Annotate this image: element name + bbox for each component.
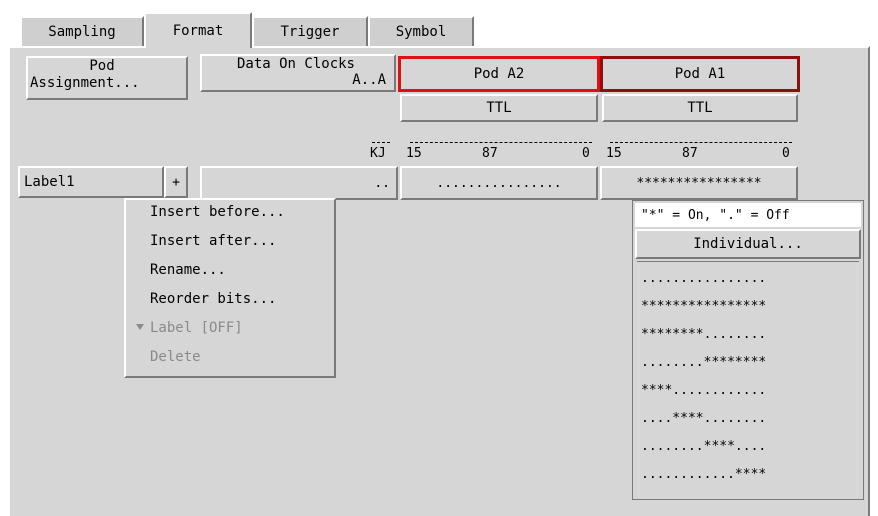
individual-label: Individual... xyxy=(693,236,803,252)
pod-a1-bits-field[interactable]: **************** xyxy=(600,166,798,200)
menu-label-off: Label [OFF] xyxy=(150,320,243,336)
pod-a1-bit-87: 87 xyxy=(682,146,698,161)
data-on-clocks-line2: A..A xyxy=(352,72,386,88)
pod-assignment-line2: Assignment... xyxy=(30,75,140,91)
label-menu-button[interactable]: + xyxy=(164,166,188,198)
plus-icon: + xyxy=(172,174,180,190)
checkmark-icon xyxy=(136,324,144,330)
label-context-menu: Insert before... Insert after... Rename.… xyxy=(124,198,336,378)
data-on-clocks-line1: Data On Clocks xyxy=(236,56,355,72)
pod-a2-button[interactable]: Pod A2 xyxy=(398,56,600,92)
preset-nibble-2[interactable]: ....****........ xyxy=(641,411,766,426)
menu-delete: Delete xyxy=(150,349,201,365)
tab-sampling-label: Sampling xyxy=(48,24,116,40)
label-name: Label1 xyxy=(24,174,75,190)
label-name-button[interactable]: Label1 xyxy=(18,166,164,198)
tab-format-label: Format xyxy=(172,23,224,39)
tab-symbol[interactable]: Symbol xyxy=(368,16,474,46)
menu-separator xyxy=(637,261,859,262)
pod-a2-bit-87: 87 xyxy=(482,146,498,161)
pod-a2-bits-value: ................ xyxy=(436,175,562,191)
tab-sampling[interactable]: Sampling xyxy=(20,16,144,46)
menu-rename[interactable]: Rename... xyxy=(150,262,226,278)
pod-a1-bit-0: 0 xyxy=(782,146,790,161)
tab-trigger[interactable]: Trigger xyxy=(252,16,368,46)
clock-bits-field[interactable]: .. xyxy=(200,166,398,200)
pod-a1-label: Pod A1 xyxy=(674,66,726,82)
preset-nibble-3[interactable]: ****............ xyxy=(641,383,766,398)
bits-preset-menu: "*" = On, "." = Off Individual... ......… xyxy=(632,200,864,500)
tab-symbol-label: Symbol xyxy=(395,24,447,40)
pod-a2-bits-divider xyxy=(410,142,592,143)
preset-upper-byte[interactable]: ********........ xyxy=(641,327,766,342)
pod-a2-threshold: TTL xyxy=(486,100,512,116)
clock-bits-value: .. xyxy=(374,175,390,191)
tab-trigger-label: Trigger xyxy=(280,24,340,40)
pod-a2-bit-0: 0 xyxy=(582,146,590,161)
pod-assignment-line1: Pod xyxy=(89,58,115,74)
pod-a1-threshold-button[interactable]: TTL xyxy=(602,94,798,122)
clock-bits-header: KJ xyxy=(370,146,386,161)
pod-a2-label: Pod A2 xyxy=(473,66,525,82)
menu-reorder-bits[interactable]: Reorder bits... xyxy=(150,291,276,307)
pod-a1-threshold: TTL xyxy=(687,100,713,116)
pod-a2-bits-field[interactable]: ................ xyxy=(400,166,598,200)
preset-all-on[interactable]: **************** xyxy=(641,299,766,314)
menu-insert-after[interactable]: Insert after... xyxy=(150,233,276,249)
clock-bits-divider xyxy=(372,142,390,143)
bits-legend: "*" = On, "." = Off xyxy=(635,203,861,227)
pod-a2-threshold-button[interactable]: TTL xyxy=(400,94,598,122)
pod-a2-bit-15: 15 xyxy=(406,146,422,161)
preset-nibble-1[interactable]: ........****.... xyxy=(641,439,766,454)
pod-a1-bits-value: **************** xyxy=(636,175,762,191)
pod-a1-bit-15: 15 xyxy=(606,146,622,161)
pod-assignment-button[interactable]: Pod Assignment... xyxy=(26,56,188,100)
pod-a1-bits-divider xyxy=(610,142,792,143)
preset-lower-byte[interactable]: ........******** xyxy=(641,355,766,370)
tab-format[interactable]: Format xyxy=(144,12,252,48)
preset-nibble-0[interactable]: ............**** xyxy=(641,467,766,482)
individual-button[interactable]: Individual... xyxy=(635,229,861,259)
data-on-clocks-button[interactable]: Data On Clocks A..A xyxy=(200,54,396,92)
pod-a1-button[interactable]: Pod A1 xyxy=(600,56,800,92)
preset-all-off[interactable]: ................ xyxy=(641,271,766,286)
menu-insert-before[interactable]: Insert before... xyxy=(150,204,285,220)
